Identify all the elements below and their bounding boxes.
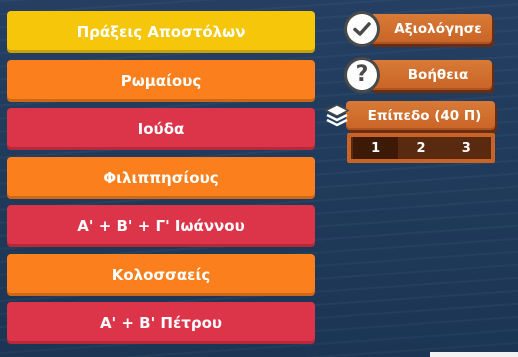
layers-icon [324, 104, 350, 127]
level-option-3[interactable]: 3 [444, 137, 489, 159]
corner-strip [430, 352, 518, 357]
help-button-label: Βοήθεια [407, 67, 469, 83]
answer-button-2[interactable]: Ρωμαίους [7, 59, 315, 102]
answer-list: Πράξεις Αποστόλων Ρωμαίους Ιούδα Φιλιππη… [7, 11, 315, 351]
answer-button-4[interactable]: Φιλιππησίους [7, 156, 315, 199]
check-icon[interactable] [347, 14, 377, 44]
rate-button-label: Αξιολόγησε [394, 21, 482, 37]
answer-button-6[interactable]: Κολοσσαείς [7, 253, 315, 296]
rate-button[interactable]: Αξιολόγησε [370, 14, 492, 44]
level-button[interactable]: Επίπεδο (40 Π) [346, 101, 495, 130]
answer-button-3[interactable]: Ιούδα [7, 108, 315, 150]
question-icon[interactable]: ? [347, 60, 377, 90]
answer-button-1[interactable]: Πράξεις Αποστόλων [7, 11, 315, 53]
level-button-label: Επίπεδο (40 Π) [367, 107, 482, 124]
answer-button-7[interactable]: Α' + Β' Πέτρου [7, 302, 315, 344]
help-button[interactable]: Βοήθεια [370, 60, 492, 90]
level-option-2[interactable]: 2 [398, 137, 443, 159]
level-option-1[interactable]: 1 [353, 137, 399, 159]
level-selector: 1 2 3 [347, 133, 495, 163]
answer-button-5[interactable]: Α' + Β' + Γ' Ιωάννου [7, 205, 315, 247]
